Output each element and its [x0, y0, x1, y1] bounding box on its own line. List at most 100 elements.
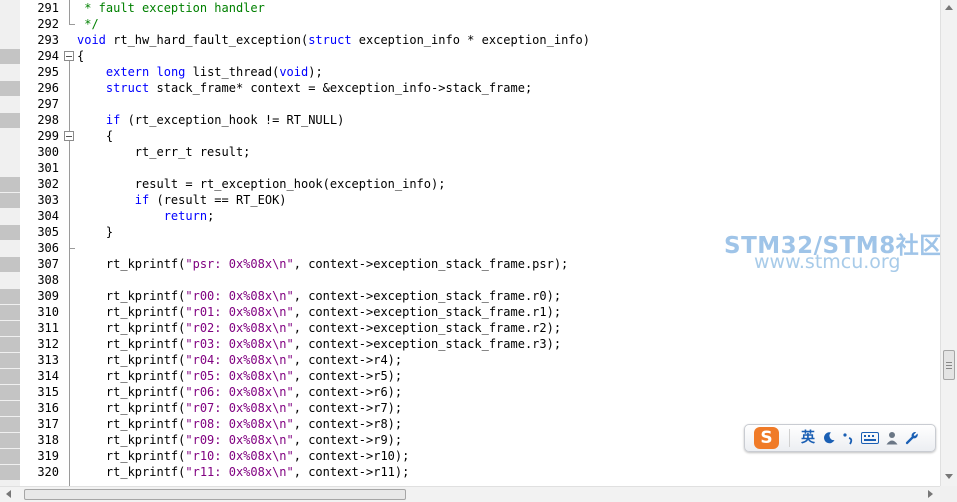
line-number: 309 — [37, 289, 59, 303]
watermark-url: www.stmcu.org — [754, 251, 901, 273]
code-line[interactable]: rt_kprintf("r05: 0x%08x\n", context->r5)… — [77, 368, 402, 384]
line-number: 291 — [37, 1, 59, 15]
change-marker — [0, 49, 20, 64]
watermark: STM32/STM8社区 www.stmcu.org — [724, 226, 956, 276]
code-line[interactable]: rt_kprintf("r07: 0x%08x\n", context->r7)… — [77, 400, 402, 416]
code-line[interactable]: } — [77, 224, 113, 240]
line-number: 319 — [37, 449, 59, 463]
code-line[interactable]: void rt_hw_hard_fault_exception(struct e… — [77, 32, 590, 48]
line-number: 316 — [37, 401, 59, 415]
line-number: 305 — [37, 225, 59, 239]
code-line[interactable]: */ — [77, 16, 98, 32]
code-line[interactable]: rt_kprintf("r06: 0x%08x\n", context->r6)… — [77, 384, 402, 400]
code-line[interactable]: rt_kprintf("r03: 0x%08x\n", context->exc… — [77, 336, 561, 352]
fold-end-marker — [69, 24, 75, 25]
line-number: 320 — [37, 465, 59, 479]
code-line[interactable]: rt_kprintf("r01: 0x%08x\n", context->exc… — [77, 304, 561, 320]
code-line[interactable]: rt_kprintf("r10: 0x%08x\n", context->r10… — [77, 448, 409, 464]
horizontal-scroll-thumb[interactable] — [24, 489, 406, 500]
line-number: 312 — [37, 337, 59, 351]
line-number: 306 — [37, 241, 59, 255]
change-marker — [0, 385, 20, 400]
line-number: 298 — [37, 113, 59, 127]
keyboard-icon[interactable] — [859, 425, 881, 451]
moon-icon[interactable] — [820, 425, 838, 451]
line-number-gutter: 291 292 293 294 295 296 297 298 299 300 301 302 303 3… — [20, 0, 62, 486]
code-line[interactable]: rt_kprintf("r11: 0x%08x\n", context->r11… — [77, 464, 409, 480]
code-line[interactable]: if (rt_exception_hook != RT_NULL) — [77, 112, 344, 128]
code-line[interactable]: rt_kprintf("r04: 0x%08x\n", context->r4)… — [77, 352, 402, 368]
change-marker — [0, 449, 20, 464]
scrollbar-corner — [940, 486, 957, 502]
fold-toggle-icon[interactable] — [64, 131, 74, 141]
vertical-scrollbar[interactable] — [940, 0, 957, 486]
line-number: 294 — [37, 49, 59, 63]
code-line[interactable]: rt_kprintf("psr: 0x%08x\n", context->exc… — [77, 256, 568, 272]
line-number: 302 — [37, 177, 59, 191]
change-marker — [0, 417, 20, 432]
line-number: 300 — [37, 145, 59, 159]
code-line[interactable]: rt_kprintf("r02: 0x%08x\n", context->exc… — [77, 320, 561, 336]
fold-margin[interactable] — [62, 0, 76, 500]
line-number: 301 — [37, 161, 59, 175]
code-line[interactable]: if (result == RT_EOK) — [77, 192, 287, 208]
ime-divider — [789, 429, 790, 447]
change-marker — [0, 401, 20, 416]
code-line[interactable]: { — [77, 128, 113, 144]
line-number: 317 — [37, 417, 59, 431]
change-marker — [0, 433, 20, 448]
code-line[interactable]: return; — [77, 208, 215, 224]
change-marker — [0, 177, 20, 192]
sogou-logo-icon[interactable]: S — [754, 427, 779, 449]
line-number: 314 — [37, 369, 59, 383]
code-line[interactable]: * fault exception handler — [77, 0, 265, 16]
scroll-up-icon[interactable] — [945, 5, 953, 10]
line-number: 310 — [37, 305, 59, 319]
line-number: 297 — [37, 97, 59, 111]
change-marker — [0, 353, 20, 368]
line-number: 304 — [37, 209, 59, 223]
code-line[interactable]: rt_kprintf("r00: 0x%08x\n", context->exc… — [77, 288, 561, 304]
change-marker — [0, 113, 20, 128]
line-number: 307 — [37, 257, 59, 271]
line-number: 303 — [37, 193, 59, 207]
code-line[interactable]: struct stack_frame* context = &exception… — [77, 80, 532, 96]
line-number: 313 — [37, 353, 59, 367]
line-number: 292 — [37, 17, 59, 31]
scroll-down-icon[interactable] — [945, 474, 953, 479]
fold-toggle-icon[interactable] — [64, 51, 74, 61]
ime-lang-toggle[interactable]: 英 — [799, 425, 817, 451]
line-number: 311 — [37, 321, 59, 335]
change-marker-gutter — [0, 0, 20, 486]
change-marker — [0, 257, 20, 272]
vertical-scroll-thumb[interactable] — [943, 350, 955, 380]
scroll-left-icon[interactable] — [6, 490, 11, 498]
punctuation-icon[interactable] — [840, 425, 856, 451]
change-marker — [0, 465, 20, 480]
line-number: 315 — [37, 385, 59, 399]
change-marker — [0, 81, 20, 96]
code-line[interactable]: extern long list_thread(void); — [77, 64, 323, 80]
wrench-icon[interactable] — [903, 425, 921, 451]
line-number: 293 — [37, 33, 59, 47]
change-marker — [0, 305, 20, 320]
code-line[interactable]: result = rt_exception_hook(exception_inf… — [77, 176, 446, 192]
code-line[interactable]: rt_err_t result; — [77, 144, 251, 160]
line-number: 296 — [37, 81, 59, 95]
horizontal-scrollbar[interactable] — [0, 486, 940, 502]
code-line[interactable]: rt_kprintf("r08: 0x%08x\n", context->r8)… — [77, 416, 402, 432]
change-marker — [0, 289, 20, 304]
fold-guide — [69, 0, 70, 25]
change-marker — [0, 193, 20, 208]
line-number: 299 — [37, 129, 59, 143]
ime-toolbar[interactable]: S 英 — [744, 424, 936, 452]
change-marker — [0, 225, 20, 240]
scroll-right-icon[interactable] — [928, 490, 933, 498]
user-icon[interactable] — [884, 425, 900, 451]
line-number: 308 — [37, 273, 59, 287]
change-marker — [0, 337, 20, 352]
code-line[interactable]: { — [77, 48, 84, 64]
change-marker — [0, 321, 20, 336]
code-line[interactable]: rt_kprintf("r09: 0x%08x\n", context->r9)… — [77, 432, 402, 448]
line-number: 318 — [37, 433, 59, 447]
